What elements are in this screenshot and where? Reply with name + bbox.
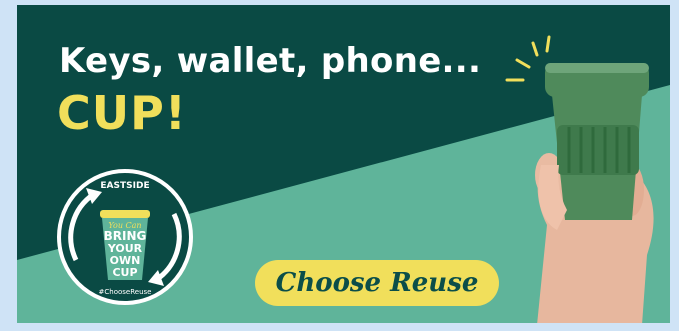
hand-holding-cup-image [505, 35, 654, 323]
badge-cup: CUP [112, 266, 137, 279]
badge-bring: BRING [104, 229, 147, 243]
bring-your-own-cup-badge: EASTSIDE You Can BRING YOUR OWN CUP #Cho… [57, 169, 193, 305]
choose-reuse-button[interactable]: Choose Reuse [255, 260, 499, 306]
headline-line1: Keys, wallet, phone... [59, 41, 482, 81]
badge-hashtag: #ChooseReuse [99, 288, 152, 296]
promo-banner: Keys, wallet, phone... CUP! EASTSIDE You… [17, 5, 670, 323]
badge-top-text: EASTSIDE [100, 181, 149, 191]
headline-line2: CUP! [57, 86, 187, 140]
sparkle-icon [505, 35, 551, 82]
